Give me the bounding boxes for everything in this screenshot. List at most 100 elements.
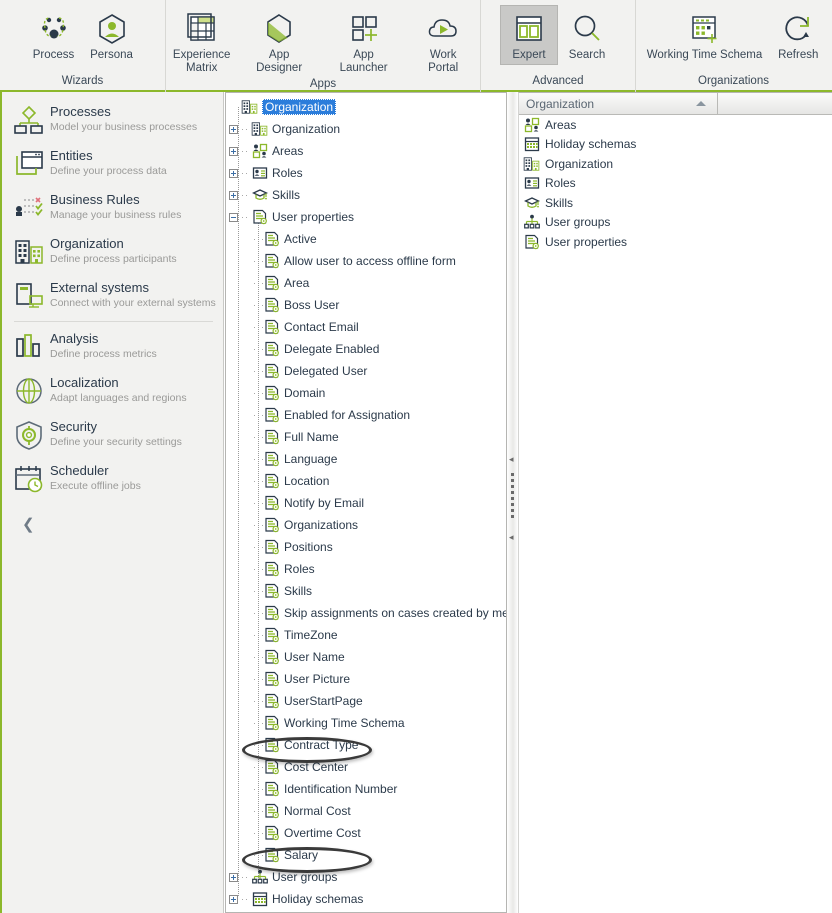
tree-node[interactable]: ··· Active (229, 228, 506, 250)
tree-node-label: Delegate Enabled (284, 342, 380, 356)
tree-node[interactable]: ··· Full Name (229, 426, 506, 448)
organization-tree-panel[interactable]: Organization ·· Organization ·· Areas ·· Roles… (225, 92, 507, 913)
tree-node[interactable]: ·· Areas (229, 140, 506, 162)
tree-node[interactable]: Organization (229, 96, 506, 118)
tree-node[interactable]: ··· User Picture (229, 668, 506, 690)
list-item[interactable]: User groups (519, 213, 832, 233)
tree-node[interactable]: ·· Holiday schemas (229, 888, 506, 910)
tree-connector: ·· (241, 168, 249, 178)
list-item[interactable]: User properties (519, 232, 832, 252)
tree-node[interactable]: ··· Skip assignments on cases created by … (229, 602, 506, 624)
tree-connector: ··· (253, 542, 263, 552)
tree-node[interactable]: ··· Working Time Schema (229, 712, 506, 734)
sidebar-item-text: Scheduler Execute offline jobs (50, 462, 141, 493)
ribbon-button-persona[interactable]: Persona (83, 5, 141, 65)
tree-node[interactable]: ·· Roles (229, 162, 506, 184)
tree-connector: ··· (253, 696, 263, 706)
tree-node-label: Skills (272, 188, 301, 202)
list-item[interactable]: Roles (519, 174, 832, 194)
tree-node[interactable]: ··· Overtime Cost (229, 822, 506, 844)
ribbon-button-process[interactable]: Process (25, 5, 83, 65)
list-item[interactable]: Organization (519, 154, 832, 174)
list-item[interactable]: Areas (519, 115, 832, 135)
sidebar-item-processes[interactable]: Processes Model your business processes (2, 98, 223, 142)
tree-node[interactable]: ··· Organizations (229, 514, 506, 536)
tree-node[interactable]: ··· User Name (229, 646, 506, 668)
splitter-collapse-top-icon[interactable]: ◂ (509, 454, 514, 464)
tree-node[interactable]: ··· Boss User (229, 294, 506, 316)
tree-node[interactable]: ··· Skills (229, 580, 506, 602)
tree-node[interactable]: ··· Identification Number (229, 778, 506, 800)
tree-expander-minus-icon[interactable] (229, 212, 238, 222)
tree-expander-plus-icon[interactable] (229, 124, 238, 134)
ribbon-button-expert[interactable]: Expert (500, 5, 558, 65)
tree-expander-plus-icon[interactable] (229, 872, 238, 882)
tree-node[interactable]: ··· Positions (229, 536, 506, 558)
splitter-grip-icon[interactable] (511, 472, 514, 521)
tree-node[interactable]: ··· Domain (229, 382, 506, 404)
tree-node[interactable]: ··· Area (229, 272, 506, 294)
property-icon (263, 737, 280, 753)
sidebar-item-business-rules[interactable]: Business Rules Manage your business rules (2, 186, 223, 230)
tree-node-label: Normal Cost (284, 804, 351, 818)
ribbon-button-app-launcher[interactable]: App Launcher (321, 5, 406, 78)
tree-node[interactable]: ··· Cost Center (229, 756, 506, 778)
tree-node[interactable]: ·· Skills (229, 184, 506, 206)
tree-node[interactable]: ··· Enabled for Assignation (229, 404, 506, 426)
tree-node[interactable]: ··· UserStartPage (229, 690, 506, 712)
ribbon-button-experience-matrix[interactable]: Experience Matrix (166, 5, 237, 78)
splitter-collapse-bottom-icon[interactable]: ◂ (509, 532, 514, 542)
tree-expander-plus-icon[interactable] (229, 146, 238, 156)
tree-node[interactable]: ··· Delegated User (229, 360, 506, 382)
ribbon-button-search[interactable]: Search (558, 5, 616, 65)
sidebar-item-organization[interactable]: Organization Define process participants (2, 230, 223, 274)
ribbon-button-refresh[interactable]: Refresh (769, 5, 827, 65)
sort-ascending-icon (696, 101, 706, 106)
tree-node[interactable]: ·· User groups (229, 866, 506, 888)
property-icon (263, 605, 280, 621)
tree-node[interactable]: ··· Language (229, 448, 506, 470)
sidebar-item-external-systems[interactable]: External systems Connect with your extern… (2, 274, 223, 318)
sidebar-item-scheduler[interactable]: Scheduler Execute offline jobs (2, 457, 223, 501)
tree-node[interactable]: ··· TimeZone (229, 624, 506, 646)
tree-node[interactable]: ··· Normal Cost (229, 800, 506, 822)
list-item[interactable]: Holiday schemas (519, 135, 832, 155)
ribbon-button-work-portal[interactable]: Work Portal (406, 5, 480, 78)
tree-node[interactable]: ··· Allow user to access offline form (229, 250, 506, 272)
tree-node[interactable]: ··· Contract Type (229, 734, 506, 756)
tree-expander-plus-icon[interactable] (229, 894, 238, 904)
tree-node[interactable]: ·· User properties (229, 206, 506, 228)
sidebar-collapse-button[interactable]: ❮ (2, 501, 223, 533)
sidebar-item-subtitle: Define process metrics (50, 348, 157, 360)
tree-connector: ··· (253, 454, 263, 464)
list-item[interactable]: Skills (519, 193, 832, 213)
tree-connector: ··· (253, 718, 263, 728)
tree-node[interactable]: ··· Delegate Enabled (229, 338, 506, 360)
sidebar-item-entities[interactable]: Entities Define your process data (2, 142, 223, 186)
tree-node-label: Cost Center (284, 760, 349, 774)
sidebar-item-localization[interactable]: Localization Adapt languages and regions (2, 369, 223, 413)
column-header-empty[interactable] (718, 93, 832, 115)
tree-node[interactable]: ··· Notify by Email (229, 492, 506, 514)
tree-expander-plus-icon[interactable] (229, 168, 238, 178)
sidebar-item-text: Localization Adapt languages and regions (50, 374, 187, 405)
tree-connector: ··· (253, 762, 263, 772)
panel-splitter[interactable]: ◂ ◂ (507, 92, 518, 913)
tree-node[interactable]: ·· Organization (229, 118, 506, 140)
ribbon-button-working-time-schema[interactable]: Working Time Schema (640, 5, 769, 65)
organization-list-panel[interactable]: Organization Areas Holiday schemas Organiz… (518, 92, 832, 913)
tree-node[interactable]: ··· Salary (229, 844, 506, 866)
ribbon-button-label: Persona (90, 49, 133, 61)
tree-expander-plus-icon[interactable] (229, 190, 238, 200)
tree-node[interactable]: ··· Contact Email (229, 316, 506, 338)
sidebar-item-security[interactable]: Security Define your security settings (2, 413, 223, 457)
tree-node-label: Identification Number (284, 782, 398, 796)
ribbon-button-app-designer[interactable]: App Designer (237, 5, 321, 78)
column-header-organization[interactable]: Organization (519, 93, 718, 115)
tree-node[interactable]: ··· Location (229, 470, 506, 492)
tree-node[interactable]: ··· Roles (229, 558, 506, 580)
tree-node-label: Areas (272, 144, 304, 158)
tree-connector: ·· (241, 146, 249, 156)
sidebar-item-analysis[interactable]: Analysis Define process metrics (2, 325, 223, 369)
list-item-label: User properties (545, 234, 628, 249)
